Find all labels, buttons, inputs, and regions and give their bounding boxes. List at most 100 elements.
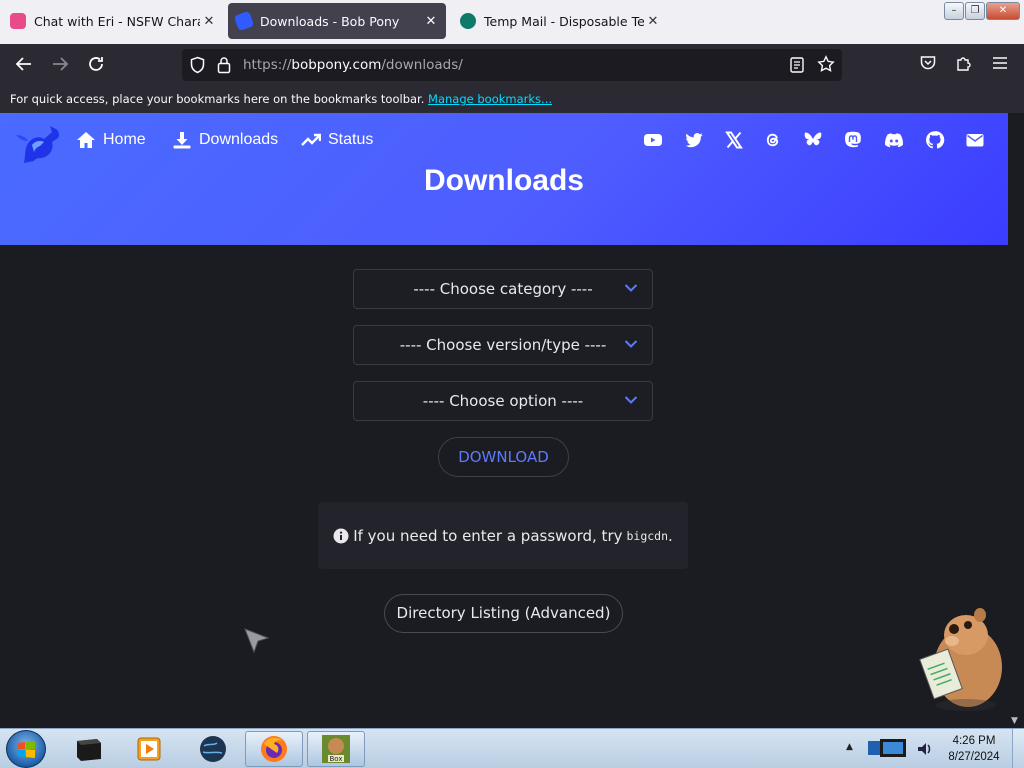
start-button[interactable] <box>6 730 46 768</box>
mastodon-icon[interactable] <box>843 130 863 150</box>
close-window-button[interactable]: ✕ <box>986 2 1020 20</box>
info-icon <box>333 528 349 543</box>
restore-button[interactable]: ❐ <box>965 2 985 20</box>
option-select[interactable]: ---- Choose option ---- <box>353 381 653 421</box>
tab-favicon-icon <box>460 13 476 29</box>
hamster-mascot-icon <box>919 608 1002 711</box>
version-select-value: ---- Choose version/type ---- <box>399 336 607 354</box>
lock-icon[interactable] <box>217 56 231 78</box>
notice-text: If you need to enter a password, try <box>353 526 623 545</box>
bookmark-star-icon[interactable] <box>817 55 835 77</box>
black-window-icon <box>77 739 101 761</box>
taskbar-app-window[interactable] <box>60 731 118 767</box>
password-notice: If you need to enter a password, try big… <box>318 502 688 569</box>
chevron-down-icon <box>624 284 638 292</box>
github-icon[interactable] <box>925 130 945 150</box>
hamster-box-icon: Box <box>322 735 350 763</box>
tab-close-icon[interactable]: ✕ <box>422 14 440 29</box>
browser-tab-strip: Chat with Eri - NSFW Character ✕ Downloa… <box>0 0 1024 44</box>
tab-title: Downloads - Bob Pony <box>260 13 400 29</box>
back-icon[interactable] <box>13 54 35 76</box>
threads-icon[interactable] <box>763 130 783 150</box>
discord-icon[interactable] <box>884 130 904 150</box>
taskbar-app-firefox[interactable] <box>245 731 303 767</box>
option-select-value: ---- Choose option ---- <box>422 392 584 410</box>
tab-chat-with-eri[interactable]: Chat with Eri - NSFW Character ✕ <box>8 3 220 39</box>
mouse-cursor-icon <box>244 628 270 654</box>
reader-view-icon[interactable] <box>790 57 804 77</box>
manage-bookmarks-link[interactable]: Manage bookmarks... <box>428 92 552 106</box>
bob-pony-logo-icon[interactable] <box>12 115 64 167</box>
scroll-down-icon[interactable]: ▼ <box>1011 716 1018 726</box>
tab-title: Chat with Eri - NSFW Character <box>34 13 200 29</box>
pocket-icon[interactable] <box>917 54 939 76</box>
tab-favicon-icon <box>233 10 255 32</box>
twitter-icon[interactable] <box>684 130 704 150</box>
windows-taskbar: Box ▲ 4:26 PM 8/27/2024 <box>0 728 1024 768</box>
clock-time: 4:26 PM <box>952 735 996 747</box>
tab-favicon-icon <box>10 13 26 29</box>
windows-logo-icon <box>17 741 35 758</box>
nav-status-link[interactable]: Status <box>301 128 373 152</box>
notice-end: . <box>668 526 673 545</box>
url-path: /downloads/ <box>381 57 463 73</box>
url-text[interactable]: https://bobpony.com/downloads/ <box>243 57 463 73</box>
bluesky-icon[interactable] <box>803 130 823 150</box>
minimize-button[interactable]: – <box>944 2 964 20</box>
tab-title: Temp Mail - Disposable Tempo <box>484 13 644 29</box>
taskbar-app-media-player[interactable] <box>120 731 178 767</box>
forward-icon[interactable] <box>49 54 71 76</box>
url-host: bobpony.com <box>291 57 382 73</box>
url-bar[interactable]: https://bobpony.com/downloads/ <box>182 49 842 81</box>
page-scrollbar[interactable]: ▼ <box>1008 113 1024 728</box>
taskbar-app-box[interactable]: Box <box>307 731 365 767</box>
media-player-icon <box>137 737 161 761</box>
email-icon[interactable] <box>965 130 985 150</box>
hero-banner: Home Downloads Status Downloads <box>0 113 1008 245</box>
nav-status-label: Status <box>328 131 374 148</box>
tab-temp-mail[interactable]: Temp Mail - Disposable Tempo ✕ <box>454 3 666 39</box>
extensions-icon[interactable] <box>953 54 975 76</box>
taskbar-clock[interactable]: 4:26 PM 8/27/2024 <box>944 733 1004 765</box>
password-code: bigcdn <box>626 528 669 543</box>
tray-expand-icon[interactable]: ▲ <box>846 742 853 752</box>
version-select[interactable]: ---- Choose version/type ---- <box>353 325 653 365</box>
svg-text:Box: Box <box>329 755 342 763</box>
download-button[interactable]: DOWNLOAD <box>438 437 569 477</box>
youtube-icon[interactable] <box>643 130 663 150</box>
web-page: Home Downloads Status Downloads ---- Cho… <box>0 113 1008 728</box>
tracking-shield-icon[interactable] <box>189 56 206 78</box>
nav-home-link[interactable]: Home <box>76 128 146 152</box>
bookmarks-toolbar: For quick access, place your bookmarks h… <box>0 86 1024 113</box>
globe-icon <box>200 736 226 762</box>
tab-close-icon[interactable]: ✕ <box>644 14 662 29</box>
tray-network-icon[interactable] <box>866 737 910 761</box>
tab-downloads-bob-pony[interactable]: Downloads - Bob Pony ✕ <box>228 3 446 39</box>
menu-hamburger-icon[interactable] <box>989 54 1011 76</box>
directory-listing-button[interactable]: Directory Listing (Advanced) <box>384 594 623 633</box>
download-icon <box>173 132 191 149</box>
window-controls: – ❐ ✕ <box>944 2 1020 20</box>
reload-icon[interactable] <box>85 54 107 76</box>
clock-date: 8/27/2024 <box>948 751 1000 763</box>
trend-icon <box>301 133 321 146</box>
nav-home-label: Home <box>103 131 146 148</box>
category-select[interactable]: ---- Choose category ---- <box>353 269 653 309</box>
category-select-value: ---- Choose category ---- <box>413 280 593 298</box>
tray-speaker-icon[interactable] <box>916 740 934 758</box>
home-icon <box>77 132 95 148</box>
url-scheme: https:// <box>243 57 292 73</box>
show-desktop-button[interactable] <box>1012 729 1024 768</box>
firefox-icon <box>261 736 287 762</box>
chevron-down-icon <box>624 340 638 348</box>
taskbar-app-globe[interactable] <box>184 731 242 767</box>
page-title: Downloads <box>423 164 584 197</box>
bookmarks-prompt: For quick access, place your bookmarks h… <box>10 92 425 106</box>
site-navigation: Home Downloads Status <box>0 113 1008 167</box>
tab-close-icon[interactable]: ✕ <box>200 14 218 29</box>
browser-navbar: https://bobpony.com/downloads/ <box>0 44 1024 86</box>
nav-downloads-label: Downloads <box>199 131 279 148</box>
x-icon[interactable] <box>724 130 744 150</box>
nav-downloads-link[interactable]: Downloads <box>172 128 278 152</box>
chevron-down-icon <box>624 396 638 404</box>
